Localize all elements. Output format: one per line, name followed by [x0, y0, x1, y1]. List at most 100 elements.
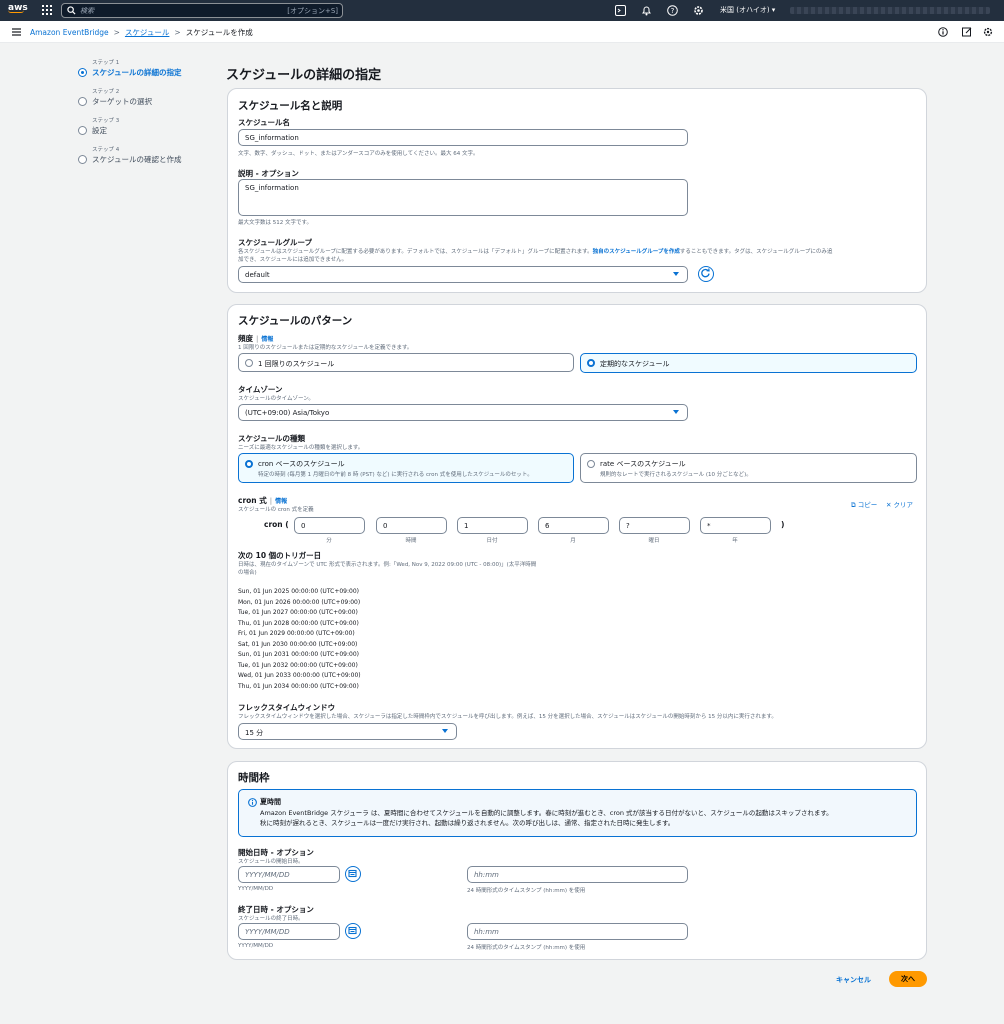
clear-button[interactable]: ✕ クリア: [886, 499, 913, 509]
schedule-pattern-panel: スケジュールのパターン 頻度 | 情報 1 回限りのスケジュールまたは定期的なスケジ…: [227, 304, 927, 749]
flex-window-select[interactable]: 15 分: [238, 723, 457, 740]
next-button[interactable]: 次へ: [889, 971, 927, 987]
frequency-desc: 1 回限りのスケジュールまたは定期的なスケジュールを定義できます。: [238, 345, 413, 351]
clear-label: クリア: [893, 501, 914, 509]
breadcrumb-eventbridge[interactable]: Amazon EventBridge: [30, 28, 109, 37]
radio-selected-icon: [587, 359, 595, 367]
cron-month-input[interactable]: 6: [538, 517, 609, 534]
info-link[interactable]: 情報: [275, 498, 287, 505]
step-2[interactable]: ステップ 2 ターゲットの選択: [78, 87, 218, 116]
info-icon: [248, 798, 257, 807]
start-desc: スケジュールの開始日時。: [238, 859, 304, 865]
description-label: 説明 - オプション: [238, 169, 299, 178]
timezone-select[interactable]: (UTC+09:00) Asia/Tokyo: [238, 404, 688, 421]
bell-icon[interactable]: [641, 5, 652, 16]
radio-label: 1 回限りのスケジュール: [258, 360, 335, 368]
cancel-button[interactable]: キャンセル: [836, 975, 871, 985]
settings-icon[interactable]: [983, 27, 993, 37]
start-time-input[interactable]: hh:mm: [467, 866, 688, 883]
flex-window-desc: フレックスタイムウィンドウを選択した場合、スケジューラは指定した時間枠内でスケジ…: [238, 714, 777, 720]
radio-icon: [245, 359, 253, 367]
trigger-date: Mon, 01 Jun 2026 00:00:00 (UTC+09:00): [238, 599, 361, 606]
trigger-date: Sat, 01 Jun 2030 00:00:00 (UTC+09:00): [238, 641, 358, 648]
type-option-rate[interactable]: rate ベースのスケジュール 規則的なレートで実行されるスケジュール (10 分…: [580, 453, 917, 483]
cron-month-label: 月: [570, 538, 576, 544]
desc-text: 加でき、スケジュールには追加できません。: [238, 257, 348, 263]
help-icon[interactable]: ?: [667, 5, 678, 16]
time-frame-panel: 時間枠 夏時間 Amazon EventBridge スケジューラ は、夏時間に…: [227, 761, 927, 960]
menu-icon[interactable]: [12, 28, 21, 36]
start-calendar-button[interactable]: [345, 866, 361, 882]
radio-label: rate ベースのスケジュール: [600, 460, 686, 468]
create-group-link[interactable]: 独自のスケジュールグループを作成: [593, 249, 680, 255]
dst-info-alert: 夏時間 Amazon EventBridge スケジューラ は、夏時間に合わせて…: [238, 789, 917, 837]
info-circle-icon[interactable]: [938, 27, 948, 37]
cron-year-input[interactable]: *: [700, 517, 771, 534]
start-date-input[interactable]: YYYY/MM/DD: [238, 866, 340, 883]
description-hint: 最大文字数は 512 文字です。: [238, 220, 312, 226]
cron-desc: スケジュールの cron 式を定義: [238, 507, 314, 513]
type-option-cron[interactable]: cron ベースのスケジュール 特定の時刻 (毎月第 1 月曜日の午前 8 時 (…: [238, 453, 574, 483]
step-3[interactable]: ステップ 3 設定: [78, 116, 218, 145]
cron-day-label: 日付: [486, 538, 498, 544]
trigger-date: Tue, 01 Jun 2032 00:00:00 (UTC+09:00): [238, 662, 358, 669]
region-selector[interactable]: 米国 (オハイオ) ▾: [720, 5, 775, 15]
trigger-date: Thu, 01 Jun 2028 00:00:00 (UTC+09:00): [238, 620, 359, 627]
terminal-icon[interactable]: [615, 5, 626, 16]
step-indicator-icon: [78, 155, 87, 164]
svg-text:?: ?: [671, 7, 675, 15]
copy-button[interactable]: ⧉ コピー: [851, 499, 877, 510]
info-link[interactable]: 情報: [261, 336, 273, 343]
end-desc: スケジュールの終了日時。: [238, 916, 304, 922]
desc-text: の場合): [238, 570, 257, 576]
step-indicator-icon: [78, 97, 87, 106]
search-input[interactable]: 検索 [オプション+S]: [61, 3, 343, 18]
description-textarea[interactable]: SG_information: [238, 179, 688, 216]
cron-hour-input[interactable]: 0: [376, 517, 447, 534]
start-time-hint: 24 時間形式のタイムスタンプ (hh:mm) を使用: [467, 888, 586, 894]
feedback-icon[interactable]: [962, 27, 972, 37]
cron-minute-input[interactable]: 0: [294, 517, 365, 534]
end-calendar-button[interactable]: [345, 923, 361, 939]
step-1[interactable]: ステップ 1 スケジュールの詳細の指定: [78, 58, 218, 87]
schedule-group-label: スケジュールグループ: [238, 238, 313, 247]
end-time-input[interactable]: hh:mm: [467, 923, 688, 940]
calendar-icon: [348, 869, 357, 878]
breadcrumb-bar: Amazon EventBridge > スケジュール > スケジュールを作成: [0, 21, 1004, 43]
radio-label: 定期的なスケジュール: [600, 360, 670, 368]
calendar-icon: [348, 926, 357, 935]
trigger-date: Fri, 01 Jun 2029 00:00:00 (UTC+09:00): [238, 630, 355, 637]
refresh-button[interactable]: [698, 266, 714, 282]
schedule-group-select[interactable]: default: [238, 266, 688, 283]
schedule-name-input[interactable]: SG_information: [238, 129, 688, 146]
frequency-label: 頻度: [238, 334, 253, 343]
cron-day-input[interactable]: 1: [457, 517, 528, 534]
account-menu[interactable]: [790, 7, 990, 14]
cron-label: cron 式: [238, 496, 267, 505]
freq-option-one-time[interactable]: 1 回限りのスケジュール: [238, 353, 574, 372]
step-number: ステップ 3: [92, 118, 120, 124]
panel-title: 時間枠: [238, 772, 270, 784]
next-triggers-desc: 日時は、現在のタイムゾーンで UTC 形式で表示されます。例:「Wed, Nov…: [238, 561, 536, 577]
step-number: ステップ 4: [92, 147, 120, 153]
trigger-date: Sun, 01 Jun 2025 00:00:00 (UTC+09:00): [238, 588, 359, 595]
grid-icon[interactable]: [42, 5, 52, 15]
freq-option-recurring[interactable]: 定期的なスケジュール: [580, 353, 917, 373]
cron-weekday-input[interactable]: ?: [619, 517, 690, 534]
end-date-input[interactable]: YYYY/MM/DD: [238, 923, 340, 940]
step-label: ターゲットの選択: [92, 97, 152, 106]
cron-weekday-label: 曜日: [648, 538, 660, 544]
breadcrumb-schedules[interactable]: スケジュール: [125, 28, 169, 37]
aws-logo[interactable]: aws: [8, 3, 28, 13]
copy-label: コピー: [857, 501, 878, 509]
alert-line: Amazon EventBridge スケジューラ は、夏時間に合わせてスケジュ…: [260, 809, 833, 817]
cron-hour-label: 時間: [405, 538, 417, 544]
cron-suffix: ): [781, 520, 785, 529]
step-4[interactable]: ステップ 4 スケジュールの確認と作成: [78, 145, 218, 174]
end-date-hint: YYYY/MM/DD: [238, 943, 274, 949]
gear-icon[interactable]: [693, 5, 704, 16]
step-number: ステップ 2: [92, 89, 120, 95]
cron-year-label: 年: [732, 538, 738, 544]
select-value: (UTC+09:00) Asia/Tokyo: [245, 409, 330, 417]
radio-sublabel: 特定の時刻 (毎月第 1 月曜日の午前 8 時 (PST) など) に実行される…: [258, 472, 533, 478]
